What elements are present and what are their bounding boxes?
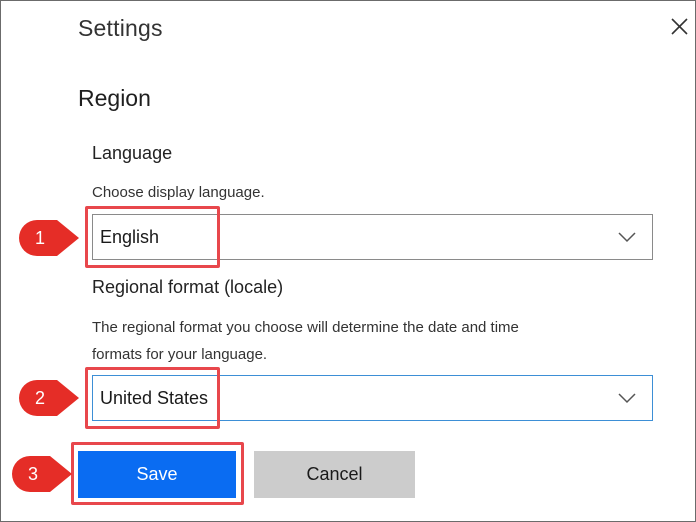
region-heading: Region [78,85,151,111]
highlight-box-language [85,206,220,268]
close-icon [671,18,688,35]
callout-number: 1 [34,228,45,248]
callout-number: 2 [34,388,45,408]
chevron-down-icon [618,232,636,243]
chevron-down-icon [618,393,636,404]
cancel-button[interactable]: Cancel [254,451,415,498]
dialog-title: Settings [78,15,163,41]
callout-badge-1: 1 [17,218,79,258]
regional-format-label: Regional format (locale) [92,277,284,297]
highlight-box-save [71,442,244,505]
settings-dialog: Settings Region Language Choose display … [0,0,696,522]
language-label: Language [92,143,173,163]
highlight-box-regional-format [85,367,220,429]
close-button[interactable] [667,15,691,39]
regional-format-description: The regional format you choose will dete… [92,314,519,368]
callout-badge-3: 3 [10,454,72,494]
regional-format-description-line: formats for your language. [92,346,268,363]
callout-number: 3 [27,464,38,484]
callout-badge-2: 2 [17,378,79,418]
language-description: Choose display language. [92,184,265,201]
regional-format-description-line: The regional format you choose will dete… [92,319,519,336]
